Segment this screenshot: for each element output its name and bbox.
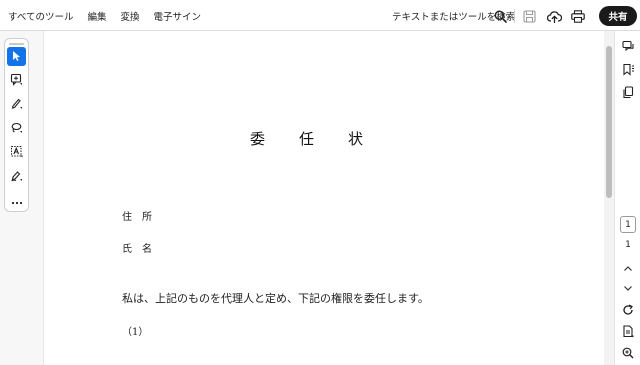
total-pages-label: 1 — [625, 240, 631, 250]
document-page[interactable] — [44, 31, 604, 365]
page-display-icon[interactable] — [620, 323, 636, 339]
text-select-icon — [10, 143, 23, 162]
draw-tool-button[interactable] — [7, 119, 26, 138]
menu-e-sign[interactable]: 電子サイン — [154, 9, 202, 23]
more-tools-button[interactable] — [7, 190, 26, 209]
search-icon[interactable] — [491, 7, 509, 25]
more-options-icon — [11, 190, 23, 209]
current-page-field[interactable]: 1 — [620, 216, 636, 233]
lasso-draw-icon — [10, 119, 23, 138]
cursor-arrow-icon — [11, 47, 22, 66]
pages-panel-icon[interactable] — [620, 84, 636, 100]
name-label: 氏 名 — [122, 244, 152, 255]
save-icon[interactable] — [520, 7, 538, 25]
rotate-icon[interactable] — [620, 302, 636, 318]
highlight-pen-icon — [10, 95, 23, 114]
zoom-in-icon[interactable] — [620, 345, 636, 361]
document-title: 委任状 — [250, 130, 398, 148]
share-button[interactable]: 共有 — [599, 6, 637, 26]
select-tool-button[interactable] — [7, 47, 26, 66]
top-toolbar: すべてのツール 編集 変換 電子サイン テキストまたはツールを検索 共有 — [0, 0, 640, 31]
comment-tool-button[interactable] — [7, 71, 26, 90]
bookmarks-panel-icon[interactable] — [620, 61, 636, 77]
fill-sign-tool-button[interactable] — [7, 167, 26, 186]
fill-sign-icon — [10, 167, 23, 186]
document-body-text: 私は、上記のものを代理人と定め、下記の権限を委任します。 — [122, 292, 429, 305]
main-menu: すべてのツール 編集 変換 電子サイン — [0, 0, 207, 31]
chevron-up-icon[interactable] — [620, 260, 636, 276]
menu-edit[interactable]: 編集 — [87, 9, 106, 23]
scrollbar-thumb[interactable] — [606, 46, 612, 198]
highlight-tool-button[interactable] — [7, 95, 26, 114]
comments-panel-icon[interactable] — [620, 38, 636, 54]
panel-grip[interactable] — [9, 43, 24, 45]
item-number: （1） — [122, 327, 149, 338]
toolbar-divider — [514, 9, 515, 23]
menu-all-tools[interactable]: すべてのツール — [8, 9, 73, 23]
chevron-down-icon[interactable] — [620, 280, 636, 296]
add-comment-icon — [10, 71, 23, 90]
cloud-upload-icon[interactable] — [545, 7, 563, 25]
address-label: 住 所 — [122, 212, 152, 223]
quick-tools-panel — [4, 38, 29, 212]
text-select-tool-button[interactable] — [7, 143, 26, 162]
menu-convert[interactable]: 変換 — [120, 9, 139, 23]
print-icon[interactable] — [569, 7, 587, 25]
